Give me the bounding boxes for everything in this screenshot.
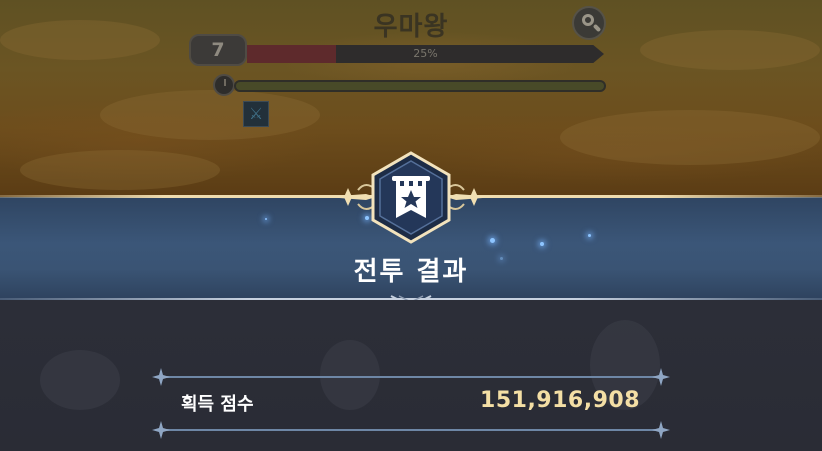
- diamond-ornament-icon: [152, 368, 170, 386]
- score-row: 획득 점수 151,916,908: [152, 366, 670, 441]
- boss-level-badge: 7: [189, 34, 247, 66]
- score-row-bottom-divider: [162, 429, 660, 431]
- crossed-swords-icon[interactable]: ⚔: [243, 101, 269, 127]
- diamond-ornament-icon: [152, 421, 170, 439]
- boss-hp-bar: 25%: [247, 45, 604, 63]
- banner-star-icon: [326, 151, 496, 244]
- score-label: 획득 점수: [181, 394, 254, 415]
- search-button[interactable]: [572, 6, 606, 40]
- clock-icon: [213, 74, 235, 96]
- battle-result-title: 전투 결과: [353, 257, 469, 287]
- score-row-top-divider: [162, 376, 660, 378]
- score-value: 151,916,908: [480, 388, 640, 413]
- boss-name: 우마왕: [373, 12, 449, 42]
- diamond-ornament-icon: [652, 368, 670, 386]
- boss-hp-percent: 25%: [413, 47, 438, 60]
- battle-timer-fill: [236, 82, 604, 90]
- battle-timer-bar: [234, 80, 606, 92]
- diamond-ornament-icon: [652, 421, 670, 439]
